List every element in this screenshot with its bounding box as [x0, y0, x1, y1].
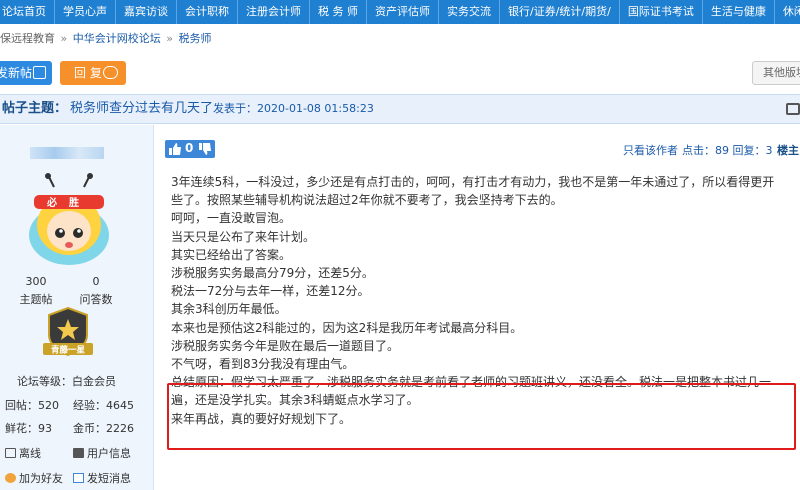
- id-card-icon: [73, 448, 84, 458]
- badge-text: 青藤一星: [51, 345, 86, 356]
- thread-title-bar: 帖子主题： 税务师查分过去有几天了 发表于：2020-01-08 01:58:2…: [0, 94, 800, 124]
- nav-item-practice[interactable]: 实务交流: [439, 0, 500, 24]
- reply-count-value: 520: [38, 399, 59, 412]
- flowers-label: 鲜花：: [5, 422, 38, 435]
- computer-icon: [5, 448, 16, 458]
- breadcrumb: 保远程教育 » 中华会计网校论坛 » 税务师: [0, 28, 211, 50]
- post-line: 些了。按照某些辅导机构说法超过2年你就不要考了，我会坚持考下去的。: [171, 193, 563, 208]
- nav-item-guest-interviews[interactable]: 嘉宾访谈: [116, 0, 177, 24]
- breadcrumb-prefix[interactable]: 保远程教育: [0, 32, 55, 45]
- post-line: 当天只是公布了来年计划。: [171, 229, 316, 244]
- offline-status: 离线: [5, 445, 41, 461]
- avatar[interactable]: 必胜: [16, 173, 122, 269]
- add-user-icon: [5, 473, 16, 483]
- speech-bubble-icon: [103, 66, 118, 79]
- nav-item-accounting-title[interactable]: 会计职称: [177, 0, 238, 24]
- floor-label: 楼主: [777, 144, 799, 157]
- forum-level: 论坛等级：白金会员: [17, 375, 116, 388]
- breadcrumb-separator: »: [166, 32, 173, 45]
- avatar-slogan: 必胜: [46, 196, 91, 209]
- breadcrumb-separator: »: [60, 32, 68, 45]
- user-sidebar: 必胜 300 0 主题帖 问答数 青藤一星 论坛等级：白金会员 回帖：520 经…: [0, 125, 154, 490]
- print-icon[interactable]: [786, 103, 800, 115]
- rank-badge-icon: 青藤一星: [43, 307, 93, 357]
- envelope-icon: [73, 473, 84, 483]
- thread-label: 帖子主题：: [2, 101, 68, 116]
- add-friend-link[interactable]: 加为好友: [5, 470, 63, 486]
- answer-count: 0: [92, 275, 100, 288]
- username-blurred[interactable]: [30, 147, 104, 159]
- only-author-link[interactable]: 只看该作者: [623, 142, 678, 158]
- offline-label: 离线: [19, 447, 41, 460]
- thumbs-up-icon[interactable]: [169, 143, 181, 155]
- post-line: 本来也是预估这2科能过的，因为这2科是我历年考试最高分科目。: [171, 320, 523, 335]
- post-line: 不气呀，看到83分我没有理由气。: [171, 357, 355, 372]
- gold-coins: 金币：2226: [73, 420, 134, 436]
- nav-item-tax-advisor[interactable]: 税 务 师: [310, 0, 367, 24]
- post-line: 涉税服务实务最高分79分，还差5分。: [171, 266, 374, 281]
- flowers: 鲜花：93: [5, 420, 52, 436]
- highlight-box: [167, 383, 796, 450]
- like-count: 0: [185, 141, 194, 155]
- reply-button[interactable]: 回 复: [60, 61, 126, 85]
- post-line: 其余3科创历年最低。: [171, 302, 287, 317]
- edit-icon: [33, 66, 46, 79]
- add-friend-label: 加为好友: [19, 472, 63, 485]
- reply-count-label: 回帖：: [5, 399, 38, 412]
- experience-label: 经验：: [73, 399, 106, 412]
- thread-subject[interactable]: 税务师查分过去有几天了: [70, 95, 213, 123]
- post-date: 发表于：2020-01-08 01:58:23: [213, 102, 374, 115]
- nav-item-asset-appraiser[interactable]: 资产评估师: [367, 0, 439, 24]
- top-nav: 论坛首页 学员心声 嘉宾访谈 会计职称 注册会计师 税 务 师 资产评估师 实务…: [0, 0, 800, 24]
- topic-count: 300: [25, 275, 47, 288]
- gold-value: 2226: [106, 422, 134, 435]
- new-post-button[interactable]: 发新帖: [0, 61, 52, 85]
- user-info-link[interactable]: 用户信息: [73, 445, 131, 461]
- experience-value: 4645: [106, 399, 134, 412]
- send-message-link[interactable]: 发短消息: [73, 470, 131, 486]
- post-line: 涉税服务实务今年是败在最后一道题目了。: [171, 338, 400, 353]
- post-line: 其实已经给出了答案。: [171, 247, 292, 262]
- like-widget: 0: [165, 140, 215, 158]
- topic-label[interactable]: 主题帖: [14, 291, 58, 307]
- nav-item-life-health[interactable]: 生活与健康: [703, 0, 775, 24]
- nav-item-banking[interactable]: 银行/证券/统计/期货/: [500, 0, 620, 24]
- nav-item-home[interactable]: 论坛首页: [0, 0, 55, 24]
- post-line: 3年连续5科，一科没过，多少还是有点打击的，呵呵，有打击才有动力，我也不是第一年…: [171, 175, 775, 189]
- reply-count: 回帖：520: [5, 397, 59, 413]
- thumbs-down-icon[interactable]: [199, 143, 211, 155]
- user-info-label: 用户信息: [87, 447, 131, 460]
- answer-label[interactable]: 问答数: [74, 291, 118, 307]
- experience: 经验：4645: [73, 397, 134, 413]
- breadcrumb-section[interactable]: 税务师: [178, 32, 211, 45]
- nav-item-intl-cert[interactable]: 国际证书考试: [620, 0, 703, 24]
- breadcrumb-forum[interactable]: 中华会计网校论坛: [73, 32, 161, 45]
- reply-label: 回 复: [74, 66, 102, 80]
- action-bar: 发新帖 回 复 其他版块: [0, 58, 800, 88]
- new-post-label: 发新帖: [0, 66, 33, 80]
- nav-item-leisure[interactable]: 休闲娱乐: [775, 0, 800, 24]
- nav-item-cpa[interactable]: 注册会计师: [238, 0, 310, 24]
- other-sections-button[interactable]: 其他版块: [752, 61, 800, 85]
- gold-label: 金币：: [73, 422, 106, 435]
- flowers-value: 93: [38, 422, 52, 435]
- post-line: 税法一72分与去年一样，还差12分。: [171, 284, 370, 299]
- nav-item-student-voices[interactable]: 学员心声: [55, 0, 116, 24]
- send-message-label: 发短消息: [87, 472, 131, 485]
- post-line: 呵呵，一直没敢冒泡。: [171, 211, 292, 226]
- post-stats: 点击：89 回复：3: [682, 144, 773, 157]
